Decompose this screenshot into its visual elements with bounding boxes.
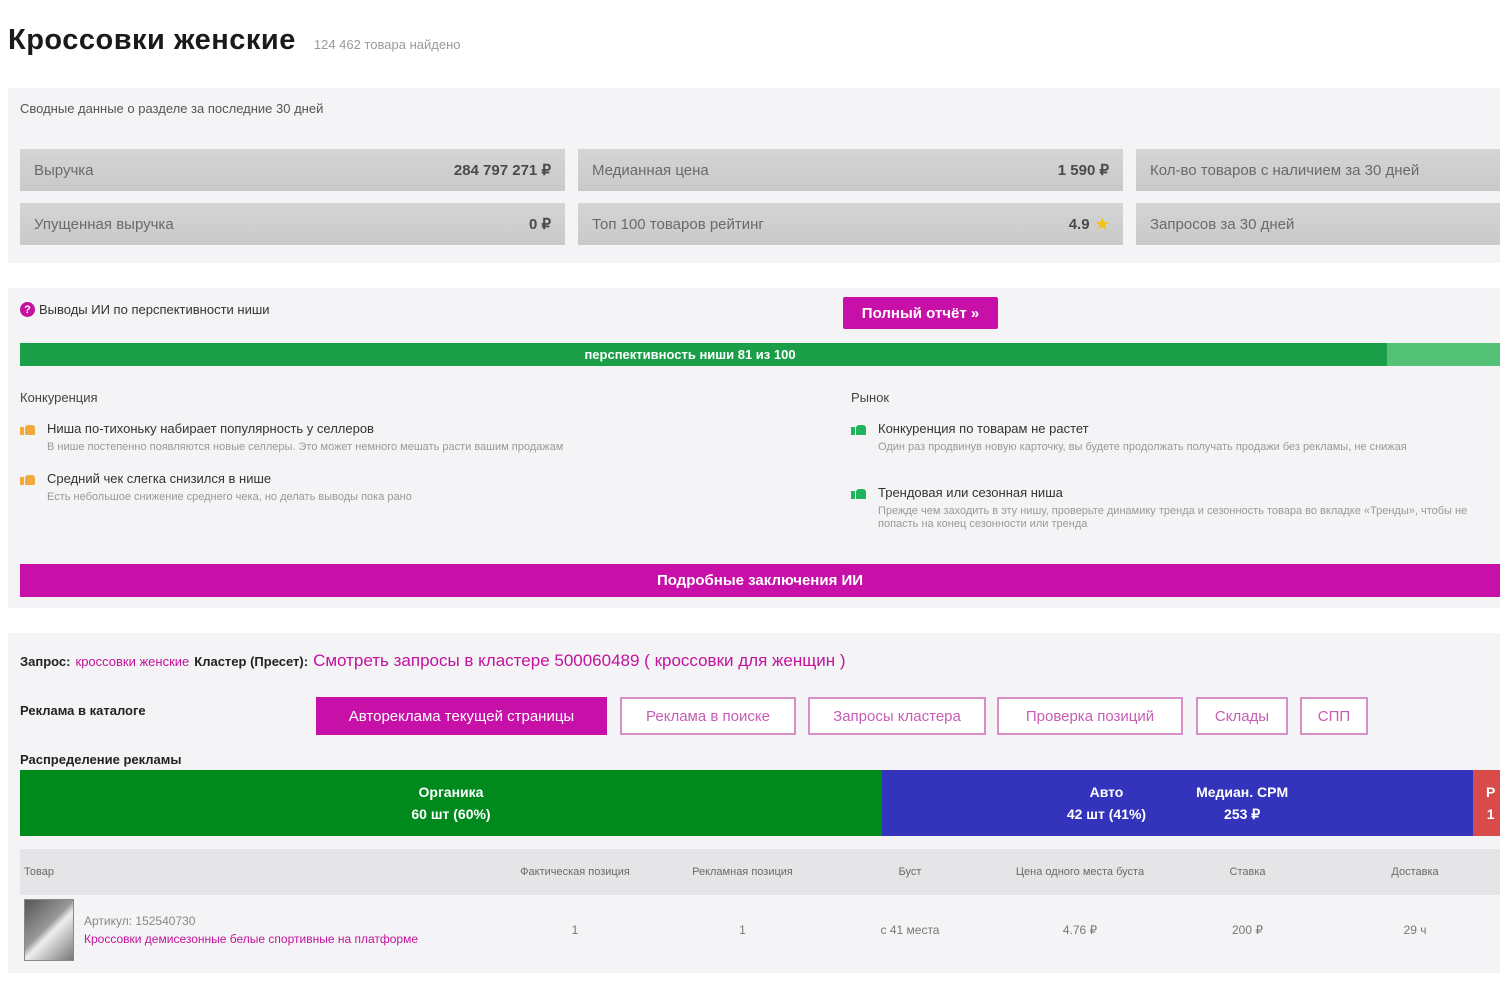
metric-lost-revenue: Упущенная выручка 0 ₽ xyxy=(20,203,565,245)
page: Кроссовки женские 124 462 товара найдено… xyxy=(0,0,1500,1000)
median-cpm-detail: 253 ₽ xyxy=(1224,806,1261,822)
query-link[interactable]: кроссовки женские xyxy=(76,654,190,669)
product-cell: Артикул: 152540730 Кроссовки демисезонны… xyxy=(20,899,490,961)
full-report-button[interactable]: Полный отчёт » xyxy=(843,297,998,329)
tab-cluster-queries[interactable]: Запросы кластера xyxy=(808,697,986,735)
ai-details-button[interactable]: Подробные заключения ИИ xyxy=(20,564,1500,597)
product-thumbnail[interactable] xyxy=(24,899,74,961)
col-ad-position[interactable]: Рекламная позиция xyxy=(660,866,825,878)
search-label: Р xyxy=(1486,784,1496,800)
question-icon[interactable]: ? xyxy=(20,302,35,317)
ads-distribution-bar: Органика 60 шт (60%) Авто 42 шт (41%) Ме… xyxy=(20,770,1500,836)
competition-heading: Конкуренция xyxy=(20,390,98,405)
thumbs-up-icon xyxy=(851,486,866,499)
market-insight: Трендовая или сезонная ниша Прежде чем з… xyxy=(851,485,1496,531)
insight-desc: Один раз продвинув новую карточку, вы бу… xyxy=(878,441,1407,453)
distribution-auto: Авто 42 шт (41%) Медиан. CPM 253 ₽ xyxy=(882,770,1473,836)
catalog-label: Реклама в каталоге xyxy=(20,703,146,718)
page-title: Кроссовки женские xyxy=(8,24,296,56)
insight-desc: Прежде чем заходить в эту нишу, проверьт… xyxy=(878,505,1468,530)
prospect-progress-label: перспективность ниши 81 из 100 xyxy=(584,347,796,362)
page-header: Кроссовки женские 124 462 товара найдено xyxy=(8,24,460,57)
tab-warehouses[interactable]: Склады xyxy=(1196,697,1288,735)
metric-label: Запросов за 30 дней xyxy=(1150,215,1295,233)
col-boost-price[interactable]: Цена одного места буста xyxy=(995,863,1165,881)
insight-title: Ниша по-тихоньку набирает популярность у… xyxy=(47,421,374,436)
product-text: Артикул: 152540730 Кроссовки демисезонны… xyxy=(84,914,418,946)
ai-panel: ? Выводы ИИ по перспективности ниши Полн… xyxy=(8,288,1500,608)
col-bid[interactable]: Ставка xyxy=(1165,866,1330,878)
insight-title: Трендовая или сезонная ниша xyxy=(878,485,1063,500)
insight-title: Конкуренция по товарам не растет xyxy=(878,421,1089,436)
summary-panel: Сводные данные о разделе за последние 30… xyxy=(8,88,1500,263)
metric-label: Выручка xyxy=(34,161,94,179)
market-heading: Рынок xyxy=(851,390,890,405)
ai-title: ? Выводы ИИ по перспективности ниши xyxy=(20,302,270,317)
table-header: Товар Фактическая позиция Рекламная пози… xyxy=(20,849,1500,895)
ad-position-cell: 1 xyxy=(739,923,746,937)
thumbs-up-icon xyxy=(20,422,35,435)
bid-cell: 200 ₽ xyxy=(1232,923,1263,937)
fact-position-cell: 1 xyxy=(571,923,579,937)
col-boost[interactable]: Буст xyxy=(825,866,995,878)
tab-position-check[interactable]: Проверка позиций xyxy=(997,697,1183,735)
metric-items-in-stock: Кол-во товаров с наличием за 30 дней xyxy=(1136,149,1500,191)
tab-auto-ads[interactable]: Автореклама текущей страницы xyxy=(316,697,607,735)
ads-table: Товар Фактическая позиция Рекламная пози… xyxy=(20,849,1500,965)
distribution-label: Распределение рекламы xyxy=(20,752,182,767)
boost-cell: с 41 места xyxy=(880,923,940,937)
thumbs-up-icon xyxy=(851,422,866,435)
summary-caption: Сводные данные о разделе за последние 30… xyxy=(20,101,324,116)
organic-label: Органика xyxy=(418,784,484,800)
metric-queries-30d: Запросов за 30 дней xyxy=(1136,203,1500,245)
metric-label: Упущенная выручка xyxy=(34,215,174,233)
query-line: Запрос: кроссовки женские Кластер (Пресе… xyxy=(20,651,845,671)
product-info: Артикул: 152540730 Кроссовки демисезонны… xyxy=(24,899,490,961)
metric-value: 284 797 271 ₽ xyxy=(453,162,551,179)
product-name-link[interactable]: Кроссовки демисезонные белые спортивные … xyxy=(84,932,418,946)
cluster-link[interactable]: Смотреть запросы в кластере 500060489 ( … xyxy=(313,651,845,671)
col-fact-position[interactable]: Фактическая позиция xyxy=(490,866,660,878)
organic-detail: 60 шт (60%) xyxy=(411,806,491,822)
ads-panel: Запрос: кроссовки женские Кластер (Пресе… xyxy=(8,633,1500,973)
auto-label: Авто xyxy=(1089,784,1124,800)
insight-desc: В нише постепенно появляются новые селле… xyxy=(47,441,564,453)
metric-revenue: Выручка 284 797 271 ₽ xyxy=(20,149,565,191)
distribution-organic: Органика 60 шт (60%) xyxy=(20,770,882,836)
col-delivery[interactable]: Доставка xyxy=(1330,866,1500,878)
distribution-search: Р 1 xyxy=(1473,770,1500,836)
metric-top100-rating: Топ 100 товаров рейтинг 4.9 ★ xyxy=(578,203,1123,245)
ai-title-text: Выводы ИИ по перспективности ниши xyxy=(39,302,270,317)
median-cpm-label: Медиан. CPM xyxy=(1196,784,1289,800)
metric-median-price: Медианная цена 1 590 ₽ xyxy=(578,149,1123,191)
metric-label: Медианная цена xyxy=(592,161,709,179)
metric-label: Топ 100 товаров рейтинг xyxy=(592,215,764,233)
table-row[interactable]: Артикул: 152540730 Кроссовки демисезонны… xyxy=(20,895,1500,965)
metric-label: Кол-во товаров с наличием за 30 дней xyxy=(1150,161,1420,179)
competition-insight: Ниша по-тихоньку набирает популярность у… xyxy=(20,421,820,454)
star-icon: ★ xyxy=(1095,216,1109,233)
search-detail: 1 xyxy=(1486,806,1495,822)
rating-value: 4.9 xyxy=(1068,216,1090,233)
metric-value: 0 ₽ xyxy=(528,216,551,233)
competition-insight: Средний чек слегка снизился в нише Есть … xyxy=(20,471,820,504)
tab-search-ads[interactable]: Реклама в поиске xyxy=(620,697,796,735)
auto-detail: 42 шт (41%) xyxy=(1066,806,1147,822)
boost-price-cell: 4.76 ₽ xyxy=(1062,923,1098,937)
delivery-cell: 29 ч xyxy=(1403,923,1427,937)
query-label: Запрос: xyxy=(20,654,71,669)
market-insight: Конкуренция по товарам не растет Один ра… xyxy=(851,421,1496,454)
metric-value: 1 590 ₽ xyxy=(1057,162,1109,179)
col-product[interactable]: Товар xyxy=(20,866,490,878)
prospect-progress-bar: перспективность ниши 81 из 100 xyxy=(20,343,1500,366)
product-article: Артикул: 152540730 xyxy=(84,914,196,928)
insight-title: Средний чек слегка снизился в нише xyxy=(47,471,272,486)
insight-desc: Есть небольшое снижение среднего чека, н… xyxy=(47,491,412,503)
metric-value: 4.9 ★ xyxy=(1069,215,1109,233)
tab-spp[interactable]: СПП xyxy=(1300,697,1368,735)
thumbs-up-icon xyxy=(20,472,35,485)
cluster-label: Кластер (Пресет): xyxy=(194,654,309,669)
found-count: 124 462 товара найдено xyxy=(313,37,461,52)
